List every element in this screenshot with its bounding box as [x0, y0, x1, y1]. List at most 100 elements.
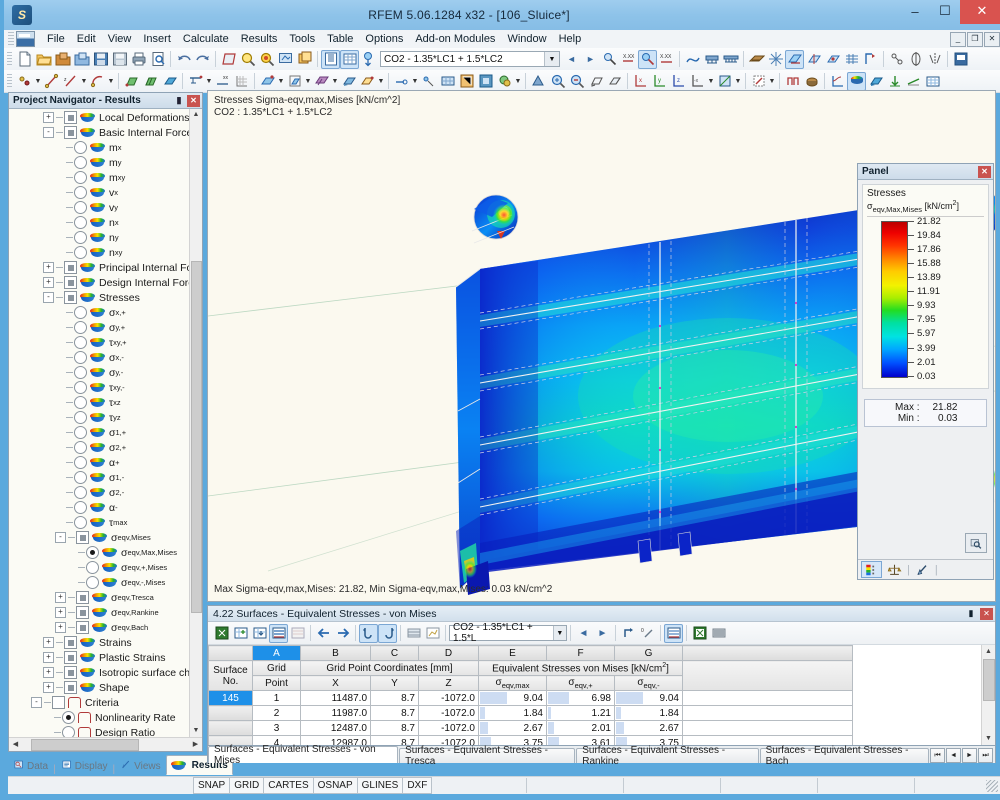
- intersection-icon[interactable]: [457, 72, 476, 91]
- row-header-surface-no[interactable]: [208, 720, 253, 736]
- tree-radio[interactable]: [74, 426, 87, 439]
- menu-item-file[interactable]: File: [41, 32, 71, 46]
- tree-radio[interactable]: [74, 381, 87, 394]
- nodal-constraint-icon[interactable]: [419, 72, 438, 91]
- result-labels-icon[interactable]: X.XX: [657, 50, 676, 69]
- zoom-in-icon[interactable]: [238, 50, 257, 69]
- zoom-window-icon[interactable]: [548, 72, 567, 91]
- tree-item[interactable]: σ 1,+: [9, 425, 202, 440]
- menu-item-table[interactable]: Table: [321, 32, 359, 46]
- show-surfaces-icon[interactable]: [785, 49, 804, 69]
- tree-item[interactable]: - Criteria: [9, 695, 202, 710]
- column-letter-c[interactable]: C: [370, 645, 419, 661]
- tree-expander[interactable]: +: [43, 652, 54, 663]
- column-letter-f[interactable]: F: [546, 645, 615, 661]
- grid-snap-icon[interactable]: [232, 72, 251, 91]
- mdi-minimize-button[interactable]: _: [950, 31, 966, 47]
- load-case-next-icon[interactable]: ►: [581, 50, 600, 69]
- navigator-vertical-scrollbar[interactable]: ▲ ▼: [189, 109, 202, 737]
- table-vertical-scrollbar[interactable]: ▲ ▼: [981, 645, 995, 745]
- open-project-icon[interactable]: [72, 50, 91, 69]
- tree-item[interactable]: m xy: [9, 170, 202, 185]
- show-result-diagram-icon[interactable]: [638, 49, 657, 69]
- line-load-icon[interactable]: [285, 72, 304, 91]
- tree-radio[interactable]: [62, 711, 75, 724]
- tree-item[interactable]: vy: [9, 200, 202, 215]
- tree-radio[interactable]: [74, 246, 87, 259]
- tree-radio[interactable]: [74, 156, 87, 169]
- cell-sigma-eqv-minus[interactable]: 3.75: [614, 735, 683, 745]
- solid-load-icon[interactable]: [339, 72, 358, 91]
- insert-node-icon[interactable]: [15, 72, 34, 91]
- tree-expander[interactable]: -: [43, 292, 54, 303]
- table-row[interactable]: 145 1 11487.0 8.7 -1072.0 9.04 6.98 9.04: [208, 690, 853, 706]
- tree-radio[interactable]: [74, 306, 87, 319]
- tree-item[interactable]: + Shape: [9, 680, 202, 695]
- fe-mesh-icon[interactable]: [766, 50, 785, 69]
- show-members-icon[interactable]: [823, 50, 842, 69]
- menu-item-insert[interactable]: Insert: [137, 32, 177, 46]
- row-header-surface-no[interactable]: [208, 705, 253, 721]
- chevron-down-icon[interactable]: ▼: [304, 72, 312, 91]
- tree-radio[interactable]: [74, 201, 87, 214]
- cell-coordinate-z[interactable]: -1072.0: [418, 735, 479, 745]
- table-prev-block-icon[interactable]: [314, 624, 333, 643]
- calculate-icon[interactable]: [529, 72, 548, 91]
- table-sync-selection-icon[interactable]: [359, 623, 378, 643]
- tree-radio[interactable]: [74, 186, 87, 199]
- table-view-settings-icon[interactable]: [404, 624, 423, 643]
- tree-item[interactable]: σ 2,-: [9, 485, 202, 500]
- tree-radio[interactable]: [74, 396, 87, 409]
- sheet-first-button[interactable]: ⏮: [930, 748, 945, 763]
- undo-icon[interactable]: [174, 50, 193, 69]
- tree-checkbox[interactable]: [64, 126, 77, 139]
- tree-checkbox[interactable]: [76, 621, 89, 634]
- tree-expander[interactable]: -: [31, 697, 42, 708]
- cell-coordinate-z[interactable]: -1072.0: [418, 690, 479, 706]
- column-letter-d[interactable]: D: [418, 645, 479, 661]
- column-letter-b[interactable]: B: [300, 645, 371, 661]
- sheet-tab-rankine[interactable]: Surfaces - Equivalent Stresses - Rankine: [576, 745, 759, 767]
- cell-coordinate-x[interactable]: 11987.0: [300, 705, 371, 721]
- tree-radio[interactable]: [62, 726, 75, 737]
- load-case-icon[interactable]: [359, 50, 378, 69]
- show-result-sections-icon[interactable]: [904, 72, 923, 91]
- tree-item[interactable]: my: [9, 155, 202, 170]
- cell-sigma-eqv-minus[interactable]: 2.67: [614, 720, 683, 736]
- insert-solid-icon[interactable]: [160, 72, 179, 91]
- sheet-last-button[interactable]: ⏭: [978, 748, 993, 763]
- mdi-restore-button[interactable]: ❐: [967, 31, 983, 47]
- toolbar-grip-handle[interactable]: [7, 73, 12, 89]
- tree-item[interactable]: nx: [9, 215, 202, 230]
- edit-pen-icon[interactable]: [749, 72, 768, 91]
- show-support-reactions-icon[interactable]: [885, 72, 904, 91]
- table-row[interactable]: 2 11987.0 8.7 -1072.0 1.84 1.21 1.84: [208, 705, 853, 721]
- tree-radio[interactable]: [74, 441, 87, 454]
- zoom-all-view-icon[interactable]: [586, 72, 605, 91]
- resize-grip-icon[interactable]: [986, 779, 998, 792]
- chevron-down-icon[interactable]: ▼: [514, 72, 522, 91]
- status-cartes[interactable]: CARTES: [263, 777, 314, 794]
- tree-radio[interactable]: [74, 516, 87, 529]
- tree-checkbox[interactable]: [64, 261, 77, 274]
- tree-radio[interactable]: [74, 411, 87, 424]
- tree-radio[interactable]: [74, 141, 87, 154]
- tree-radio[interactable]: [86, 546, 99, 559]
- cell-coordinate-x[interactable]: 12487.0: [300, 720, 371, 736]
- scrollbar-thumb[interactable]: [191, 261, 202, 613]
- tree-item[interactable]: τ xy,+: [9, 335, 202, 350]
- result-values-icon[interactable]: X.XX: [619, 50, 638, 69]
- chevron-down-icon[interactable]: ▼: [377, 72, 385, 91]
- results-grid[interactable]: A B C D E F G Surface No. Grid Grid Poin…: [208, 645, 995, 745]
- status-osnap[interactable]: OSNAP: [312, 777, 358, 794]
- tree-expander[interactable]: +: [55, 592, 66, 603]
- scrollbar-thumb[interactable]: [983, 659, 995, 701]
- tree-expander[interactable]: +: [43, 112, 54, 123]
- tree-expander[interactable]: +: [43, 277, 54, 288]
- tree-radio[interactable]: [74, 231, 87, 244]
- menu-item-window[interactable]: Window: [501, 32, 552, 46]
- show-nodes-icon[interactable]: [842, 50, 861, 69]
- insert-arc-icon[interactable]: [88, 72, 107, 91]
- panel-tab-color-scale[interactable]: [861, 561, 882, 578]
- table-delete-row-icon[interactable]: [250, 624, 269, 643]
